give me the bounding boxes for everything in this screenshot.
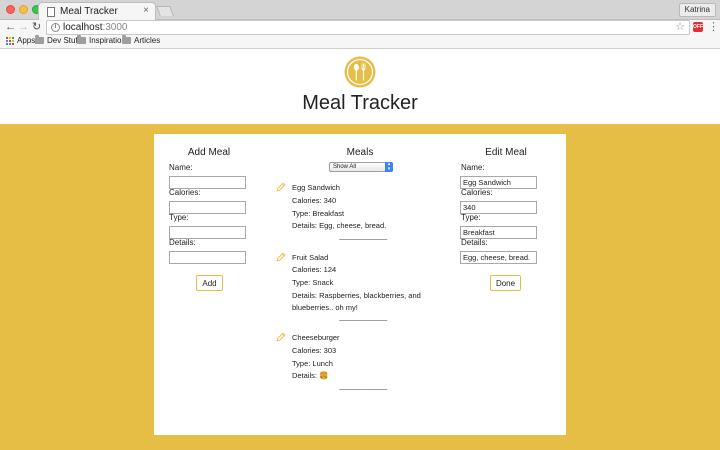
- info-icon[interactable]: i: [51, 23, 60, 32]
- extension-icon[interactable]: OFF: [693, 22, 703, 32]
- edit-details-input[interactable]: [460, 251, 537, 264]
- back-arrow-icon[interactable]: ←: [5, 20, 16, 35]
- browser-menu-icon[interactable]: ⋮: [708, 20, 719, 35]
- done-button[interactable]: Done: [490, 275, 521, 291]
- add-details-label: Details:: [169, 238, 196, 247]
- filter-selected-value: Show All: [333, 164, 357, 170]
- meal-separator: --------------------------------: [339, 237, 387, 243]
- profile-button[interactable]: Katrina: [678, 3, 716, 17]
- forward-arrow-icon[interactable]: →: [18, 20, 29, 35]
- tab-close-icon[interactable]: ×: [143, 5, 149, 16]
- fork-spoon-icon: [344, 56, 376, 88]
- new-tab-button[interactable]: [156, 6, 174, 16]
- folder-icon: [122, 35, 131, 44]
- pencil-icon[interactable]: [276, 182, 286, 192]
- meal-type: Type: Breakfast: [292, 209, 345, 218]
- reload-icon[interactable]: ↻: [32, 20, 41, 35]
- meal-calories: Calories: 340: [292, 196, 337, 205]
- address-bar[interactable]: i localhost:3000 ☆: [46, 20, 690, 35]
- add-name-label: Name:: [169, 163, 193, 172]
- folder-icon: [35, 35, 44, 44]
- edit-name-label: Name:: [461, 163, 485, 172]
- close-window-button[interactable]: [6, 5, 15, 14]
- bookmark-dev-stuff[interactable]: Dev Stuff: [35, 35, 80, 45]
- bookmark-label: Inspiration: [89, 36, 126, 45]
- edit-type-label: Type:: [461, 213, 481, 222]
- add-type-label: Type:: [169, 213, 189, 222]
- meal-details: Details: 🍔: [292, 371, 329, 380]
- document-icon: [47, 7, 55, 17]
- pencil-icon[interactable]: [276, 252, 286, 262]
- select-arrows-icon: ▴ ▾: [385, 162, 393, 172]
- bookmark-label: Dev Stuff: [47, 36, 80, 45]
- add-calories-label: Calories:: [169, 188, 201, 197]
- meal-separator: --------------------------------: [339, 387, 387, 393]
- edit-calories-label: Calories:: [461, 188, 493, 197]
- page-title: Meal Tracker: [302, 92, 418, 114]
- meal-filter-select[interactable]: Show All ▴ ▾: [329, 162, 393, 172]
- pencil-icon[interactable]: [276, 332, 286, 342]
- bookmarks-bar: Apps Dev Stuff Inspiration Articles: [0, 35, 720, 49]
- edit-details-label: Details:: [461, 238, 488, 247]
- add-meal-heading: Add Meal: [187, 147, 231, 158]
- folder-icon: [77, 35, 86, 44]
- bookmark-inspiration[interactable]: Inspiration: [77, 35, 126, 45]
- meal-type: Type: Snack: [292, 278, 334, 287]
- meal-details-continued: blueberries.. oh my!: [292, 303, 358, 312]
- meal-name: Fruit Salad: [292, 253, 329, 262]
- edit-meal-heading: Edit Meal: [485, 147, 527, 158]
- bookmark-star-icon[interactable]: ☆: [675, 21, 685, 34]
- tab-title: Meal Tracker: [60, 6, 118, 17]
- browser-toolbar: ← → ↻ i localhost:3000 ☆ OFF ⋮: [0, 20, 720, 35]
- browser-titlebar: Meal Tracker × Katrina: [0, 0, 720, 21]
- meal-name: Egg Sandwich: [292, 183, 340, 192]
- apps-grid-icon: [6, 36, 14, 45]
- bookmark-articles[interactable]: Articles: [122, 35, 161, 45]
- meal-calories: Calories: 303: [292, 346, 337, 355]
- bookmark-apps[interactable]: Apps: [6, 36, 35, 45]
- meal-calories: Calories: 124: [292, 265, 337, 274]
- meal-name: Cheeseburger: [292, 333, 340, 342]
- bookmark-label: Articles: [134, 36, 161, 45]
- url-text: localhost:3000: [63, 22, 128, 33]
- browser-tab[interactable]: Meal Tracker ×: [38, 2, 156, 21]
- meal-separator: --------------------------------: [339, 318, 387, 324]
- meal-type: Type: Lunch: [292, 359, 333, 368]
- meal-details: Details: Raspberries, blackberries, and: [292, 291, 421, 300]
- bookmark-label: Apps: [17, 36, 36, 45]
- meals-heading: Meals: [346, 147, 374, 158]
- add-button[interactable]: Add: [196, 275, 223, 291]
- minimize-window-button[interactable]: [19, 5, 28, 14]
- add-details-input[interactable]: [169, 251, 246, 264]
- meal-details: Details: Egg, cheese, bread.: [292, 221, 387, 230]
